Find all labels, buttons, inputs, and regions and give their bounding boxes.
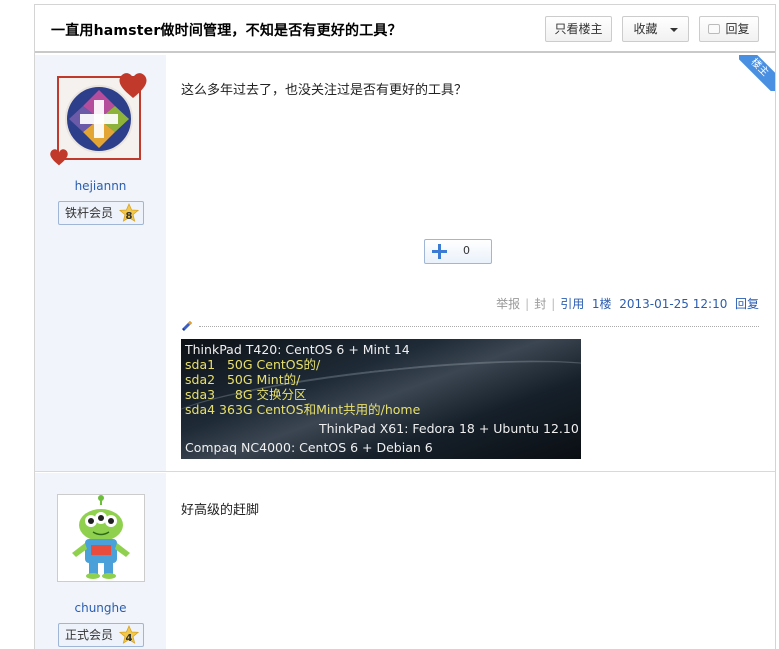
op-badge-label: 楼主 <box>739 55 775 91</box>
quote-link[interactable]: 引用 <box>560 297 584 311</box>
rank-badge: 铁杆会员 8 <box>58 201 144 225</box>
signature-line: sda3 8G 交换分区 <box>185 387 307 402</box>
signature-line: sda2 50G Mint的/ <box>185 372 301 387</box>
signature-line: sda1 50G CentOS的/ <box>185 357 321 372</box>
comment-bubble-icon <box>708 24 721 34</box>
signature-divider <box>181 320 759 332</box>
plus-icon <box>432 244 447 259</box>
rank-label: 铁杆会员 <box>65 206 114 220</box>
signature-line: sda4 363G CentOS和Mint共用的/home <box>185 402 421 417</box>
floor-number[interactable]: 1楼 <box>592 297 612 311</box>
author-sidebar: hejiannn 铁杆会员 8 <box>35 55 166 471</box>
only-author-button[interactable]: 只看楼主 <box>545 16 612 42</box>
upvote-button[interactable]: 0 <box>424 239 492 264</box>
post-text: 这么多年过去了，也没关注过是否有更好的工具？ <box>181 83 468 98</box>
avatar-image <box>57 494 145 582</box>
thread-header: 一直用hamster做时间管理，不知是否有更好的工具？ 只看楼主 收藏 回复 <box>35 5 775 53</box>
heart-decoration-icon <box>50 149 68 166</box>
heart-decoration-icon <box>119 73 147 98</box>
thread-title: 一直用hamster做时间管理，不知是否有更好的工具？ <box>51 23 402 39</box>
avatar-image <box>50 73 147 166</box>
reply-label: 回复 <box>725 22 750 36</box>
report-link[interactable]: 举报 <box>496 297 520 311</box>
rank-badge: 正式会员 4 <box>58 623 144 647</box>
signature-line: Compaq NC4000: CentOS 6 + Debian 6 <box>185 440 433 455</box>
block-link[interactable]: 封 <box>534 297 546 311</box>
post-text: 好高级的赶脚 <box>181 503 260 518</box>
author-sidebar: chunghe 正式会员 4 <box>35 473 166 649</box>
signature-image: ThinkPad T420: CentOS 6 + Mint 14 sda1 5… <box>181 339 581 459</box>
star-icon: 4 <box>118 624 140 645</box>
favorite-label: 收藏 <box>633 22 658 36</box>
op-badge: 楼主 <box>739 55 775 91</box>
username-link[interactable]: hejiannn <box>35 179 166 193</box>
post-time: 2013-01-25 12:10 <box>619 297 728 311</box>
alien-toy-icon <box>58 495 144 581</box>
rank-level: 4 <box>125 633 133 644</box>
post-2: chunghe 正式会员 4 好高级的赶脚 <box>35 473 775 649</box>
post-content: 楼主 这么多年过去了，也没关注过是否有更好的工具？ 0 举报 | 封 | 引用 1楼 2… <box>166 55 775 471</box>
thread-frame: 一直用hamster做时间管理，不知是否有更好的工具？ 只看楼主 收藏 回复 h… <box>34 4 776 649</box>
post-content: 好高级的赶脚 <box>166 473 775 649</box>
favorite-button[interactable]: 收藏 <box>622 16 689 42</box>
pencil-icon <box>181 320 193 332</box>
avatar[interactable] <box>50 73 147 166</box>
username-link[interactable]: chunghe <box>35 601 166 615</box>
signature-line: ThinkPad X61: Fedora 18 + Ubuntu 12.10 <box>319 421 579 436</box>
reply-button[interactable]: 回复 <box>699 16 759 42</box>
signature-line: ThinkPad T420: CentOS 6 + Mint 14 <box>185 342 410 357</box>
chevron-down-icon <box>669 27 678 32</box>
rank-label: 正式会员 <box>65 628 114 642</box>
post-1: hejiannn 铁杆会员 8 楼主 这么多年过去了，也没关注过是否有更好的工具… <box>35 55 775 472</box>
post-meta: 举报 | 封 | 引用 1楼 2013-01-25 12:10 回复 <box>496 297 759 311</box>
vote-count: 0 <box>463 244 470 257</box>
avatar[interactable] <box>57 494 145 582</box>
reply-link[interactable]: 回复 <box>735 297 759 311</box>
rank-level: 8 <box>125 211 133 222</box>
star-icon: 8 <box>118 202 140 223</box>
